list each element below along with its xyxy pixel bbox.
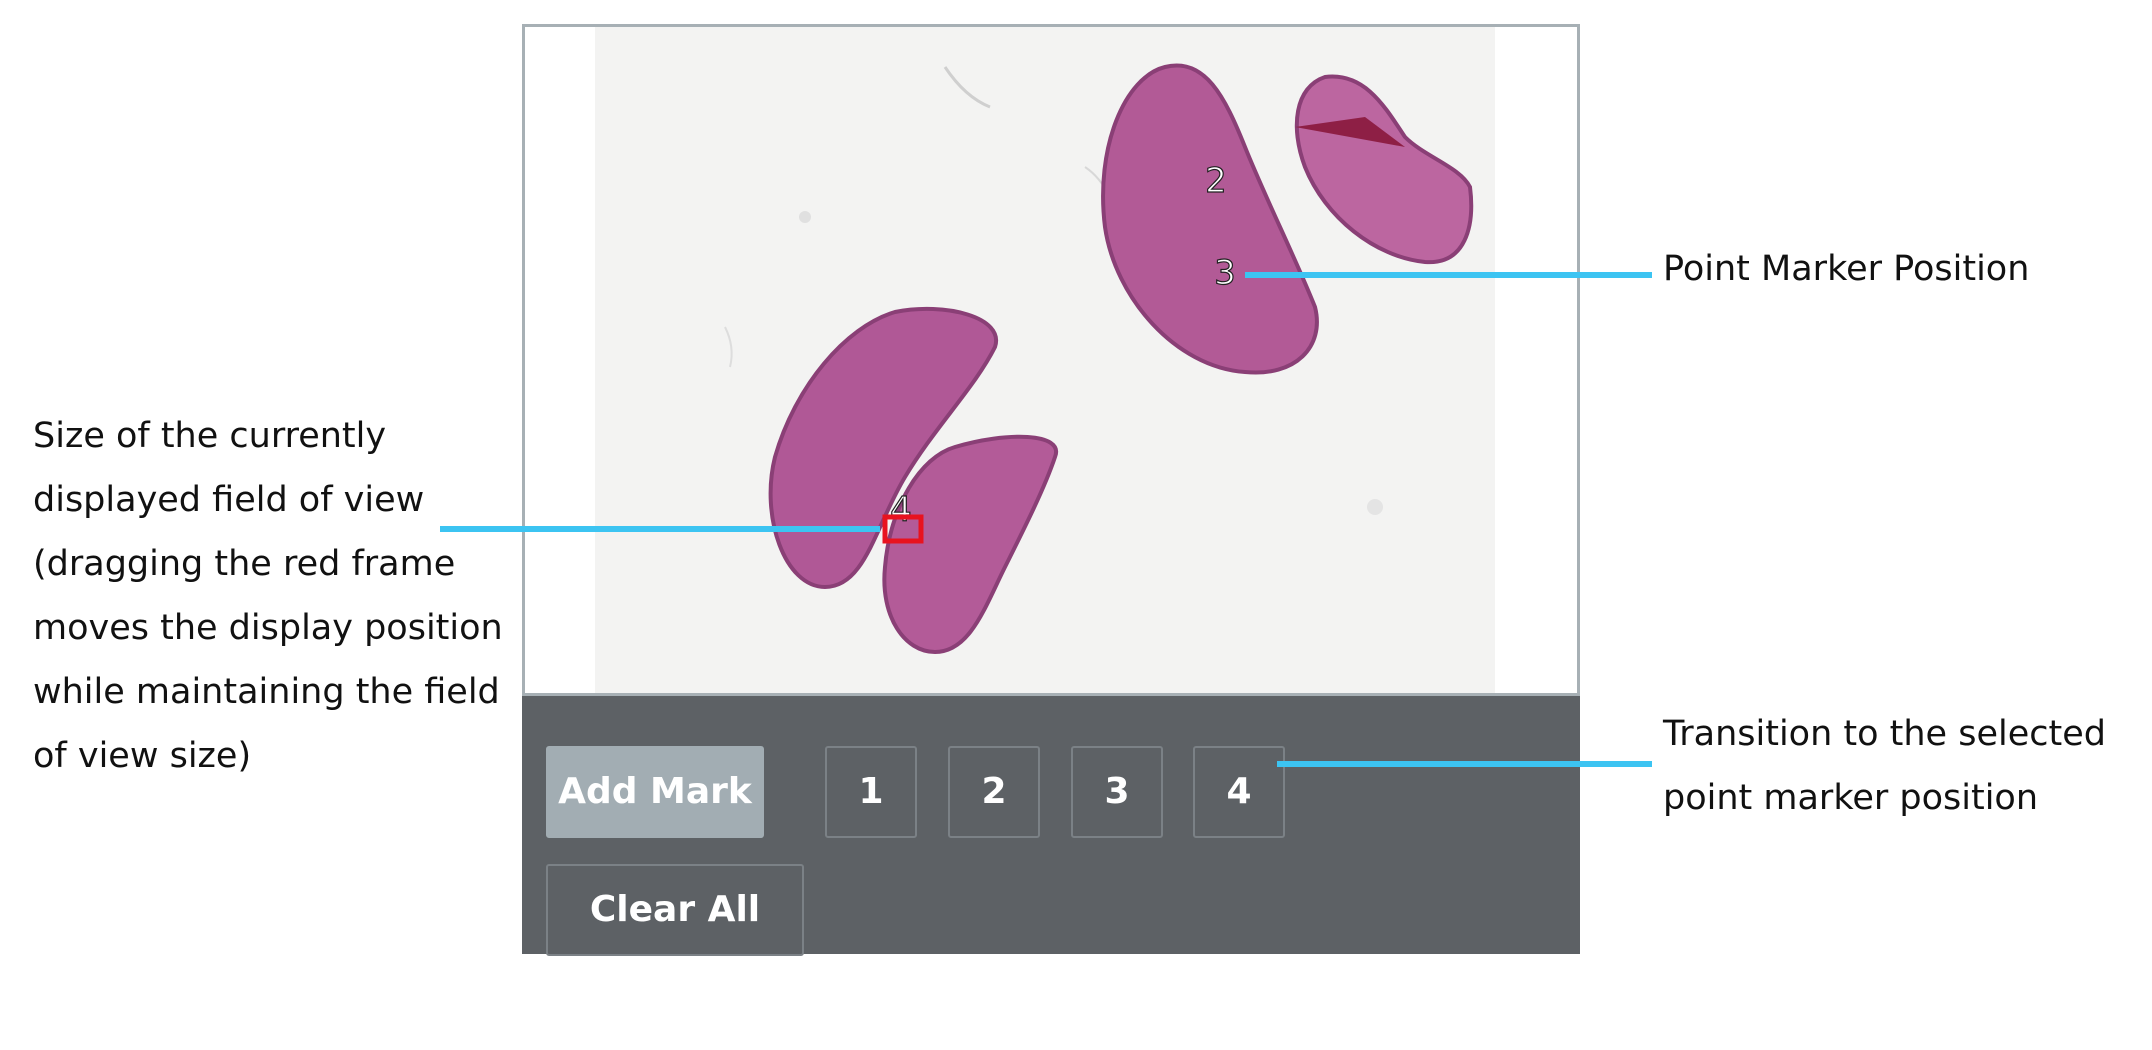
annotation-line: Transition to the selected — [1663, 714, 2106, 754]
annotation-line: while maintaining the field — [33, 672, 500, 712]
annotation-line: of view size) — [33, 736, 252, 776]
clear-all-button[interactable]: Clear All — [546, 864, 804, 956]
slide-overview-viewer[interactable]: 2 3 4 — [522, 24, 1580, 696]
mark-button-3[interactable]: 3 — [1071, 746, 1163, 838]
annotation-line: moves the display position — [33, 608, 503, 648]
callout-line-point-marker — [1245, 272, 1652, 278]
annotation-transition: Transition to the selected point marker … — [1663, 702, 2106, 830]
callout-line-transition — [1277, 761, 1652, 767]
point-marker-2[interactable]: 2 — [1205, 160, 1228, 201]
mark-controls: Add Mark 1 2 3 4 Clear All — [522, 696, 1580, 956]
callout-line-field-of-view — [440, 526, 880, 532]
mark-button-4[interactable]: 4 — [1193, 746, 1285, 838]
annotation-line: (dragging the red frame — [33, 544, 456, 584]
add-mark-button[interactable]: Add Mark — [546, 746, 764, 838]
slide-navigator-panel: 2 3 4 Add Mark 1 2 3 4 Clear All — [522, 24, 1580, 956]
point-marker-label: 4 — [890, 490, 912, 530]
annotation-line: Size of the currently — [33, 416, 387, 456]
point-marker-4[interactable]: 4 — [890, 489, 913, 530]
annotation-point-marker: Point Marker Position — [1663, 237, 2029, 301]
annotation-field-of-view: Size of the currently displayed field of… — [33, 404, 503, 788]
point-marker-label: 2 — [1205, 161, 1227, 201]
mark-button-1[interactable]: 1 — [825, 746, 917, 838]
mark-button-2[interactable]: 2 — [948, 746, 1040, 838]
annotation-line: point marker position — [1663, 778, 2039, 818]
point-marker-3[interactable]: 3 — [1214, 252, 1237, 293]
slide-thumbnail: 2 3 4 — [595, 27, 1495, 693]
annotation-text: Point Marker Position — [1663, 249, 2030, 289]
point-marker-label: 3 — [1214, 253, 1236, 293]
annotation-line: displayed field of view — [33, 480, 425, 520]
